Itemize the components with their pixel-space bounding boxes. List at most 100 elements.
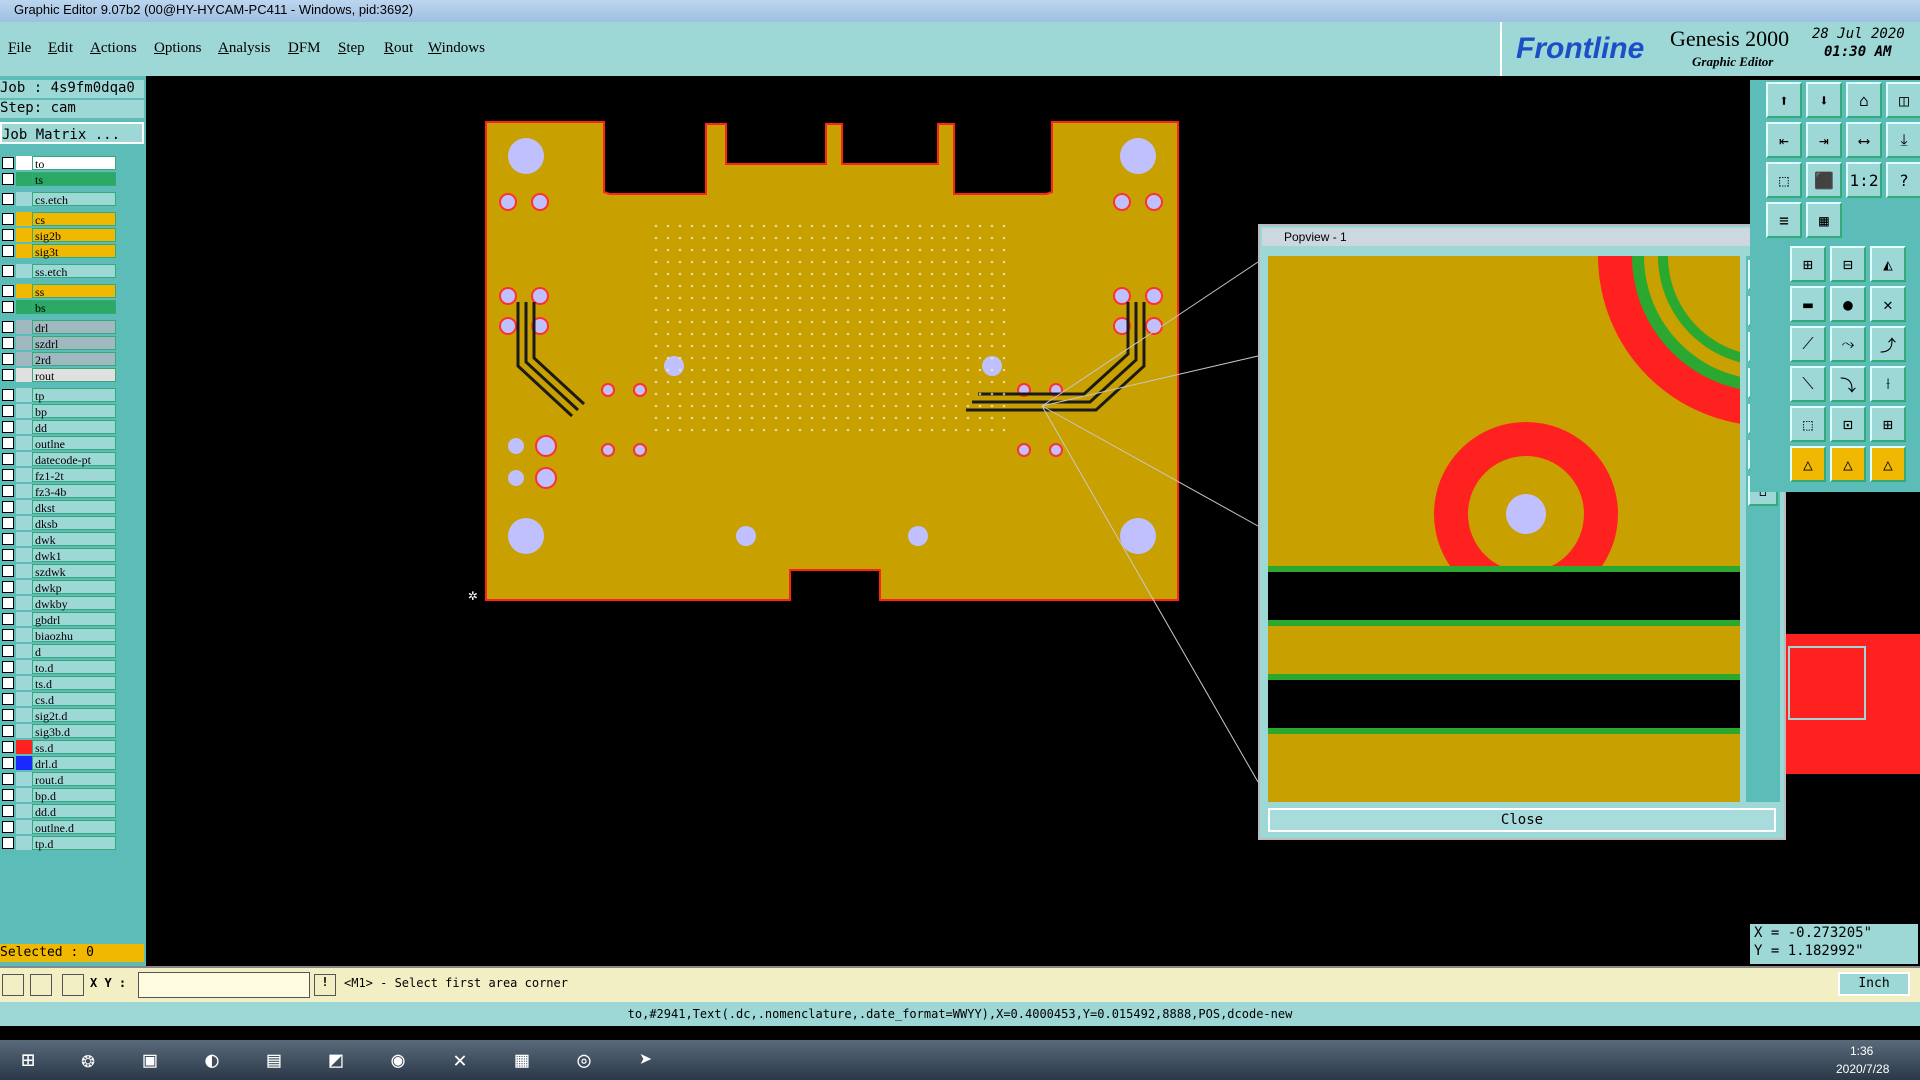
edit-tool-17-icon[interactable]: △ xyxy=(1830,446,1866,482)
edit-tool-8-icon[interactable]: ⤳ xyxy=(1830,326,1866,362)
tool-button-14-icon[interactable]: ▦ xyxy=(1806,202,1842,238)
layer-checkbox[interactable] xyxy=(2,265,14,277)
edit-tool-5-icon[interactable]: ● xyxy=(1830,286,1866,322)
taskbar-app-bird-icon[interactable]: ➤ xyxy=(620,1043,672,1077)
layer-checkbox[interactable] xyxy=(2,693,14,705)
layer-checkbox[interactable] xyxy=(2,549,14,561)
layer-checkbox[interactable] xyxy=(2,581,14,593)
layer-row-outlne-d[interactable]: outlne.d xyxy=(0,820,118,835)
taskbar-app-x-icon[interactable]: ✕ xyxy=(434,1043,486,1077)
taskbar-app-genesis-icon[interactable]: ◎ xyxy=(558,1043,610,1077)
layer-checkbox[interactable] xyxy=(2,389,14,401)
layer-checkbox[interactable] xyxy=(2,677,14,689)
tool-button-2-icon[interactable]: ⬇ xyxy=(1806,82,1842,118)
layer-checkbox[interactable] xyxy=(2,193,14,205)
edit-tool-4-icon[interactable]: ▬ xyxy=(1790,286,1826,322)
layer-row-dksb[interactable]: dksb xyxy=(0,516,118,531)
layer-row-sig3t[interactable]: sig3t xyxy=(0,244,118,259)
taskbar-app-save-icon[interactable]: ▣ xyxy=(124,1043,176,1077)
edit-tool-14-icon[interactable]: ⊡ xyxy=(1830,406,1866,442)
layer-checkbox[interactable] xyxy=(2,757,14,769)
tool-button-10-icon[interactable]: ⬛ xyxy=(1806,162,1842,198)
popview-titlebar[interactable]: Popview - 1 ✕ xyxy=(1262,228,1782,246)
layer-row-bp[interactable]: bp xyxy=(0,404,118,419)
layer-checkbox[interactable] xyxy=(2,301,14,313)
menu-file[interactable]: File xyxy=(8,40,31,57)
layer-checkbox[interactable] xyxy=(2,741,14,753)
layer-row-d[interactable]: d xyxy=(0,644,118,659)
taskbar-app-excel-icon[interactable]: ▦ xyxy=(496,1043,548,1077)
layer-checkbox[interactable] xyxy=(2,213,14,225)
layer-row-dwkby[interactable]: dwkby xyxy=(0,596,118,611)
layer-row-rout[interactable]: rout xyxy=(0,368,118,383)
tool-button-13-icon[interactable]: ≡ xyxy=(1766,202,1802,238)
layer-row-ss-d[interactable]: ss.d xyxy=(0,740,118,755)
layer-row-drl[interactable]: drl xyxy=(0,320,118,335)
menu-analysis[interactable]: Analysis xyxy=(218,40,271,57)
layer-checkbox[interactable] xyxy=(2,629,14,641)
layer-checkbox[interactable] xyxy=(2,453,14,465)
layer-row-dkst[interactable]: dkst xyxy=(0,500,118,515)
tool-button-9-icon[interactable]: ⬚ xyxy=(1766,162,1802,198)
popview-close-button[interactable]: Close xyxy=(1268,808,1776,832)
layer-row-szdrl[interactable]: szdrl xyxy=(0,336,118,351)
layer-checkbox[interactable] xyxy=(2,245,14,257)
start-button[interactable]: ⊞ xyxy=(2,1043,54,1077)
menu-rout[interactable]: Rout xyxy=(384,40,413,57)
popview-canvas[interactable] xyxy=(1268,256,1740,802)
taskbar-app-g-icon[interactable]: ◐ xyxy=(186,1043,238,1077)
layer-checkbox[interactable] xyxy=(2,337,14,349)
layer-checkbox[interactable] xyxy=(2,597,14,609)
menu-options[interactable]: Options xyxy=(154,40,202,57)
edit-tool-11-icon[interactable]: ⤵ xyxy=(1830,366,1866,402)
taskbar-app-shell-icon[interactable]: ❂ xyxy=(62,1043,114,1077)
edit-tool-2-icon[interactable]: ⊟ xyxy=(1830,246,1866,282)
layer-checkbox[interactable] xyxy=(2,469,14,481)
edit-tool-7-icon[interactable]: ⟋ xyxy=(1790,326,1826,362)
edit-tool-18-icon[interactable]: △ xyxy=(1870,446,1906,482)
taskbar-app-terminal-icon[interactable]: ◩ xyxy=(310,1043,362,1077)
menu-actions[interactable]: Actions xyxy=(90,40,137,57)
layer-row-ss-etch[interactable]: ss.etch xyxy=(0,264,118,279)
layer-row-dwk1[interactable]: dwk1 xyxy=(0,548,118,563)
layer-row-ts[interactable]: ts xyxy=(0,172,118,187)
menu-edit[interactable]: Edit xyxy=(48,40,73,57)
layer-checkbox[interactable] xyxy=(2,405,14,417)
layer-row-drl-d[interactable]: drl.d xyxy=(0,756,118,771)
popview-window[interactable]: Popview - 1 ✕ ▫▫▫▫▫▫▫ Close xyxy=(1258,224,1786,840)
layer-row-dwkp[interactable]: dwkp xyxy=(0,580,118,595)
units-selector[interactable]: Inch xyxy=(1838,972,1910,996)
layer-row-tp-d[interactable]: tp.d xyxy=(0,836,118,851)
layer-row-ss[interactable]: ss xyxy=(0,284,118,299)
tool-button-5-icon[interactable]: ⇤ xyxy=(1766,122,1802,158)
layer-checkbox[interactable] xyxy=(2,725,14,737)
edit-tool-10-icon[interactable]: ⟍ xyxy=(1790,366,1826,402)
layer-row-datecode-pt[interactable]: datecode-pt xyxy=(0,452,118,467)
layer-checkbox[interactable] xyxy=(2,709,14,721)
layer-checkbox[interactable] xyxy=(2,421,14,433)
layer-checkbox[interactable] xyxy=(2,645,14,657)
measure-icon[interactable] xyxy=(30,974,52,996)
layer-row-sig2t-d[interactable]: sig2t.d xyxy=(0,708,118,723)
layer-checkbox[interactable] xyxy=(2,173,14,185)
tool-button-1-icon[interactable]: ⬆ xyxy=(1766,82,1802,118)
taskbar-app-eye-icon[interactable]: ◉ xyxy=(372,1043,424,1077)
layer-row-cs-etch[interactable]: cs.etch xyxy=(0,192,118,207)
xy-input[interactable] xyxy=(138,972,310,998)
overview-viewport[interactable] xyxy=(1788,646,1866,720)
layer-row-cs[interactable]: cs xyxy=(0,212,118,227)
alert-icon[interactable]: ! xyxy=(314,974,336,996)
layer-checkbox[interactable] xyxy=(2,661,14,673)
layer-row-sig3b-d[interactable]: sig3b.d xyxy=(0,724,118,739)
layer-checkbox[interactable] xyxy=(2,501,14,513)
layer-checkbox[interactable] xyxy=(2,789,14,801)
layer-row-fz1-2t[interactable]: fz1-2t xyxy=(0,468,118,483)
layer-checkbox[interactable] xyxy=(2,229,14,241)
menu-windows[interactable]: Windows xyxy=(428,40,485,57)
tool-button-3-icon[interactable]: ⌂ xyxy=(1846,82,1882,118)
layer-row-ts-d[interactable]: ts.d xyxy=(0,676,118,691)
layer-checkbox[interactable] xyxy=(2,517,14,529)
snap-icon[interactable] xyxy=(2,974,24,996)
layer-checkbox[interactable] xyxy=(2,285,14,297)
layer-row-szdwk[interactable]: szdwk xyxy=(0,564,118,579)
